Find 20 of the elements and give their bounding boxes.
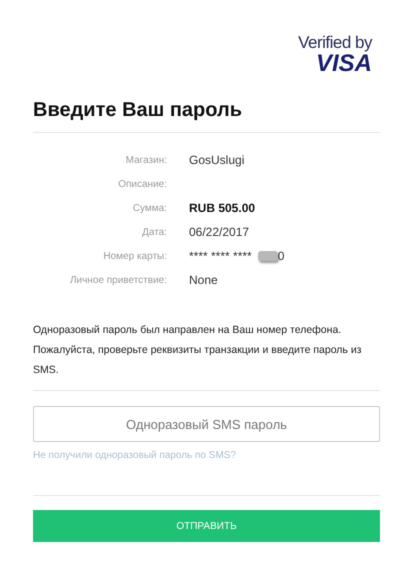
verified-by-text: Verified by [298, 34, 372, 51]
resend-link[interactable]: Не получили одноразовый пароль по SMS? [33, 450, 380, 461]
card-number: **** **** **** [189, 249, 252, 263]
detail-value: None [189, 273, 218, 287]
detail-value: RUB 505.00 [189, 201, 256, 215]
detail-label: Дата: [141, 226, 167, 238]
detail-label: Личное приветствие: [68, 274, 167, 286]
detail-value: GosUslugi [189, 153, 244, 167]
page-title: Введите Ваш пароль [33, 99, 243, 122]
detail-label: Магазин: [124, 154, 167, 166]
detail-label: Сумма: [132, 202, 167, 214]
info-message: Одноразовый пароль был направлен на Ваш номер телефона. Пожалуйста, проверьте реквизиты транзакции и введите пароль из SMS. [33, 323, 362, 378]
redaction-mark [258, 251, 278, 261]
detail-label: Номер карты: [102, 250, 167, 262]
detail-value: 06/22/2017 [189, 225, 250, 239]
card-number-tail: 0 [278, 249, 284, 263]
detail-label: Описание: [117, 178, 167, 190]
password-field[interactable]: Одноразовый SMS пароль [33, 406, 380, 442]
visa-logo: VISA [316, 52, 372, 76]
submit-button[interactable]: ОТПРАВИТЬ [33, 510, 380, 542]
